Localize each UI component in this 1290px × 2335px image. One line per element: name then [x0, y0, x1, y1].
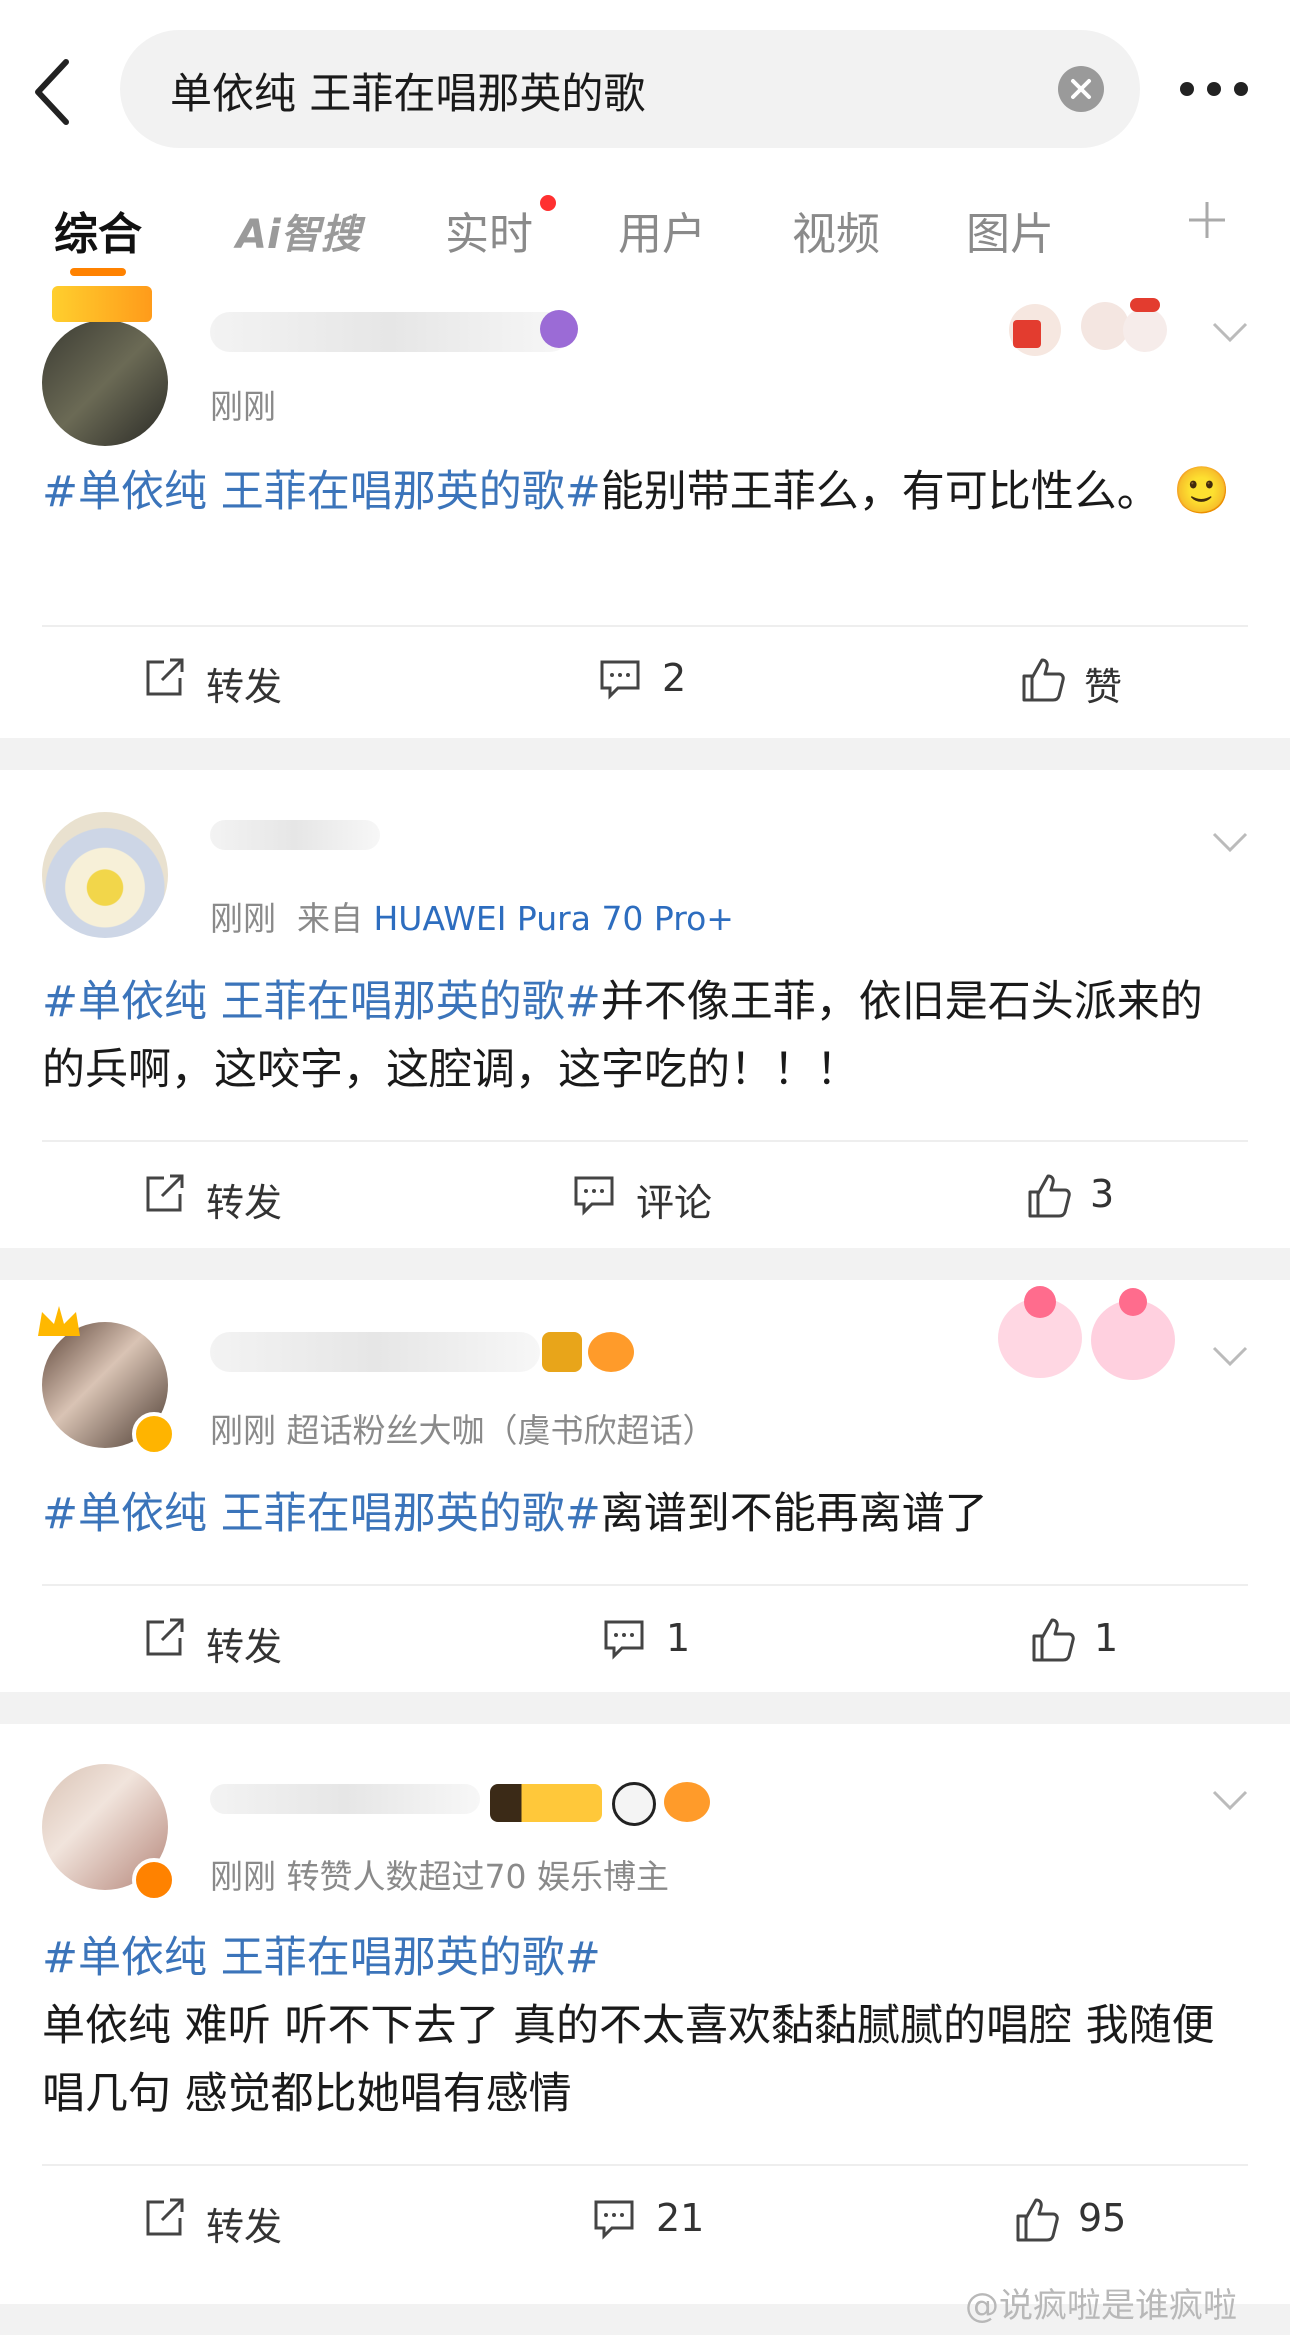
more-options-icon[interactable] — [1180, 82, 1248, 98]
active-tab-indicator — [70, 268, 126, 276]
comment-icon — [594, 2200, 634, 2240]
divider — [42, 1584, 1248, 1586]
thumbs-up-icon — [1032, 1618, 1075, 1662]
post-card: 刚刚 来自 HUAWEI Pura 70 Pro+ #单依纯 王菲在唱那英的歌#… — [0, 770, 1290, 1248]
search-box[interactable]: 单依纯 王菲在唱那英的歌 — [120, 30, 1140, 148]
post-text: #单依纯 王菲在唱那英的歌#离谱到不能再离谱了 — [42, 1480, 1242, 1548]
section-gap — [0, 1692, 1290, 1724]
hashtag-link[interactable]: #单依纯 王菲在唱那英的歌# — [42, 1933, 601, 1983]
tab-users[interactable]: 用户 — [618, 198, 706, 262]
tab-realtime[interactable]: 实时 — [445, 198, 533, 262]
post-body: 单依纯 难听 听不下去了 真的不太喜欢黏黏腻腻的唱腔 我随便唱几句 感觉都比她唱… — [42, 2001, 1215, 2119]
tab-bar: 综合 Ai智搜 实时 用户 视频 图片 — [0, 180, 1290, 280]
tab-images[interactable]: 图片 — [966, 198, 1054, 262]
repost-button[interactable]: 转发 — [142, 1612, 292, 1669]
fan-level-icon — [542, 1332, 582, 1372]
decoration-sticker — [985, 1280, 1185, 1390]
comment-button[interactable]: 21 — [592, 2192, 722, 2246]
post-text: #单依纯 王菲在唱那英的歌#并不像王菲，依旧是石头派来的的兵啊，这咬字，这腔调，… — [42, 968, 1242, 1104]
divider — [42, 2164, 1248, 2166]
post-card: 刚刚 超话粉丝大咖（虞书欣超话） #单依纯 王菲在唱那英的歌#离谱到不能再离谱了… — [0, 1280, 1290, 1690]
membership-icon — [540, 310, 578, 348]
username-redacted[interactable] — [210, 312, 570, 352]
post-meta: 刚刚 来自 HUAWEI Pura 70 Pro+ — [210, 899, 734, 938]
device-source-link[interactable]: HUAWEI Pura 70 Pro+ — [373, 899, 733, 938]
username-redacted[interactable] — [210, 1332, 540, 1372]
like-button[interactable]: 3 — [1026, 1168, 1146, 1222]
avatar[interactable] — [42, 812, 168, 938]
avatar[interactable] — [42, 320, 168, 446]
add-tab-icon[interactable] — [1185, 198, 1229, 242]
tab-all[interactable]: 综合 — [54, 198, 142, 262]
repost-button[interactable]: 转发 — [142, 652, 292, 709]
watermark: @说疯啦是谁疯啦 — [965, 2286, 1237, 2326]
post-meta: 刚刚 转赞人数超过70 娱乐博主 — [210, 1857, 669, 1896]
divider — [42, 1140, 1248, 1142]
post-body: 能别带王菲么，有可比性么。 — [600, 467, 1160, 517]
verified-badge-icon — [132, 1412, 176, 1456]
fish-emoji-icon — [664, 1782, 710, 1822]
repost-icon — [146, 1618, 184, 1656]
comment-button[interactable]: 评论 — [572, 1168, 732, 1225]
post-actions: 转发 1 1 — [0, 1588, 1290, 1688]
chevron-down-icon[interactable] — [1210, 320, 1250, 344]
post-meta: 刚刚 超话粉丝大咖（虞书欣超话） — [210, 1411, 716, 1450]
post-text: #单依纯 王菲在唱那英的歌#能别带王菲么，有可比性么。 🙂 — [42, 456, 1242, 526]
post-card: 刚刚 转赞人数超过70 娱乐博主 #单依纯 王菲在唱那英的歌# 单依纯 难听 听… — [0, 1724, 1290, 2304]
thumbs-up-icon — [1016, 2198, 1059, 2242]
username-redacted[interactable] — [210, 820, 380, 850]
panda-emoji-icon — [612, 1782, 656, 1826]
comment-icon — [574, 1176, 614, 1216]
repost-button[interactable]: 转发 — [142, 2192, 292, 2249]
like-button[interactable]: 95 — [1014, 2192, 1154, 2246]
post-actions: 转发 21 95 — [0, 2168, 1290, 2268]
crown-icon — [34, 1302, 84, 1342]
fish-emoji-icon — [588, 1332, 634, 1372]
thumbs-up-icon — [1028, 1174, 1071, 1218]
repost-icon — [146, 2198, 184, 2236]
chevron-down-icon[interactable] — [1210, 830, 1250, 854]
username-redacted[interactable] — [210, 1784, 480, 1814]
avatar-frame-badge — [52, 286, 152, 322]
divider — [42, 625, 1248, 627]
like-button[interactable]: 1 — [1030, 1612, 1140, 1666]
tab-ai-search[interactable]: Ai智搜 — [236, 202, 361, 260]
comment-icon — [600, 660, 640, 700]
repost-icon — [146, 658, 184, 696]
section-gap — [0, 1248, 1290, 1280]
clear-search-icon[interactable] — [1058, 66, 1104, 112]
comment-icon — [604, 1620, 644, 1660]
comment-button[interactable]: 2 — [598, 652, 718, 706]
repost-button[interactable]: 转发 — [142, 1168, 292, 1225]
repost-icon — [146, 1174, 184, 1212]
comment-button[interactable]: 1 — [602, 1612, 712, 1666]
new-content-dot — [540, 195, 556, 211]
top-bar: 单依纯 王菲在唱那英的歌 — [0, 0, 1290, 180]
smile-emoji-icon: 🙂 — [1173, 463, 1231, 517]
post-text: #单依纯 王菲在唱那英的歌# 单依纯 难听 听不下去了 真的不太喜欢黏黏腻腻的唱… — [42, 1924, 1242, 2128]
chevron-down-icon[interactable] — [1210, 1344, 1250, 1368]
verified-badge-icon — [132, 1858, 176, 1902]
decoration-sticker — [985, 290, 1195, 362]
hashtag-link[interactable]: #单依纯 王菲在唱那英的歌# — [42, 467, 601, 517]
post-meta: 刚刚 — [210, 387, 276, 426]
post-actions: 转发 评论 3 — [0, 1144, 1290, 1244]
section-gap — [0, 738, 1290, 770]
hashtag-link[interactable]: #单依纯 王菲在唱那英的歌# — [42, 977, 601, 1027]
thumbs-up-icon — [1022, 658, 1065, 702]
post-body: 离谱到不能再离谱了 — [600, 1489, 988, 1539]
post-card: 刚刚 #单依纯 王菲在唱那英的歌#能别带王菲么，有可比性么。 🙂 转发 2 赞 — [0, 280, 1290, 732]
chevron-down-icon[interactable] — [1210, 1788, 1250, 1812]
back-arrow-icon[interactable] — [30, 52, 80, 132]
level-badge-icon — [490, 1784, 602, 1822]
post-actions: 转发 2 赞 — [0, 628, 1290, 728]
search-query[interactable]: 单依纯 王菲在唱那英的歌 — [170, 60, 645, 121]
like-button[interactable]: 赞 — [1020, 652, 1140, 709]
tab-videos[interactable]: 视频 — [792, 198, 880, 262]
hashtag-link[interactable]: #单依纯 王菲在唱那英的歌# — [42, 1489, 601, 1539]
